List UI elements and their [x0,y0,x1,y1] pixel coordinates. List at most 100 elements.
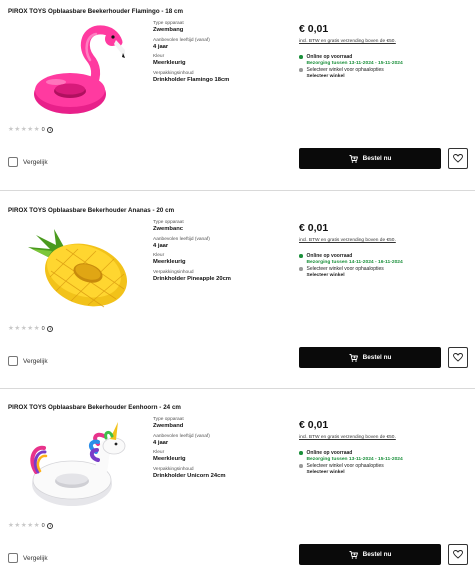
store-select-text: Selecteer winkel voor ophaalopties [306,266,384,272]
star-icon: ★ [14,126,21,133]
info-icon[interactable]: i [47,325,54,332]
spec-value: Drinkholder Unicorn 24cm [153,472,226,479]
spec-value: Zwembanc [153,226,183,232]
star-icon: ★ [33,522,40,529]
store-dot-icon [299,68,303,72]
product-price: € 0,01 [299,23,329,35]
product-card: PIROX TOYS Opblaasbare Beekerhouder Flam… [0,0,475,190]
rating-count: 0 [41,126,45,133]
spec-type: Type opparaat Zwembang [153,21,283,34]
compare-toggle[interactable]: Vergelijk [8,553,48,563]
store-select-text: Selecteer winkel voor ophaalopties [306,67,384,73]
cart-icon [349,154,358,163]
star-icon: ★ [8,522,14,529]
spec-value: Meerkleurig [153,456,186,462]
spec-contents: Verpakkingsinhoud Drinkholder Flamingo 1… [153,71,283,84]
divider [0,388,475,389]
spec-type: Type opparaat Zwembanc [153,220,283,233]
compare-toggle[interactable]: Vergelijk [8,157,48,167]
store-select-text: Selecteer winkel voor ophaalopties [306,463,384,469]
order-now-label: Bestel nu [362,155,392,162]
spec-value: Meerkleurig [153,60,186,66]
order-now-label: Bestel nu [362,354,392,361]
heart-icon [453,154,463,163]
star-icon: ★ [27,126,34,133]
product-card: PIROX TOYS Opblaasbare Bekerhouder Anana… [0,199,475,389]
unicorn-float-image[interactable] [26,416,136,516]
heart-icon [453,550,463,559]
order-now-button[interactable]: Bestel nu [299,148,441,169]
star-icon: ★ [33,126,40,133]
online-stock-text: Online op voorraad [306,54,353,60]
star-icon: ★ [27,325,34,332]
price-note-link[interactable]: incl. BTW en gratis verzending boven de … [299,39,396,44]
store-dot-icon [299,267,303,271]
rating-count: 0 [41,325,45,332]
price-note-link[interactable]: incl. BTW en gratis verzending boven de … [299,435,396,440]
compare-checkbox[interactable] [8,356,18,366]
order-now-button[interactable]: Bestel nu [299,544,441,565]
flamingo-float-image[interactable] [26,20,136,120]
spec-value: Meerkleurig [153,259,186,265]
spec-type: Type opparaat Zwemband [153,417,283,430]
heart-icon [453,353,463,362]
wishlist-button[interactable] [448,544,468,565]
store-dot-icon [299,464,303,468]
spec-color: Kleur Meerkleurig [153,54,283,67]
in-stock-dot-icon [299,451,303,455]
compare-checkbox[interactable] [8,553,18,563]
product-price: € 0,01 [299,419,329,431]
availability: Online op voorraad Bezorging tussen 13-1… [299,54,449,80]
online-stock-text: Online op voorraad [306,253,353,259]
star-icon: ★ [14,325,21,332]
price-note-link[interactable]: incl. BTW en gratis verzending boven de … [299,238,396,243]
spec-value: Drinkholder Pineapple 20cm [153,275,231,282]
availability: Online op voorraad Bezorging tussen 14-1… [299,253,449,279]
product-specs: Type opparaat Zwembanc Aanbevolen leefti… [153,220,283,286]
divider [0,190,475,191]
product-title[interactable]: PIROX TOYS Opblaasbare Beekerhouder Flam… [8,8,183,15]
product-specs: Type opparaat Zwembang Aanbevolen leefti… [153,21,283,87]
star-icon: ★ [27,522,34,529]
info-icon[interactable]: i [47,126,54,133]
spec-contents: Verpakkingsinhoud Drinkholder Unicorn 24… [153,467,283,480]
rating: ★ ★ ★ ★ ★ 0 i [8,325,54,332]
spec-contents: Verpakkingsinhoud Drinkholder Pineapple … [153,270,283,283]
product-title[interactable]: PIROX TOYS Opblaasbare Bekerhouder Eenho… [8,404,181,411]
select-store-link[interactable]: Selecteer winkel [307,470,450,476]
online-stock-text: Online op voorraad [306,450,353,456]
spec-value: 4 jaar [153,242,169,249]
star-icon: ★ [33,325,40,332]
star-icon: ★ [14,522,21,529]
spec-color: Kleur Meerkleurig [153,253,283,266]
select-store-link[interactable]: Selecteer winkel [307,273,450,279]
spec-age: Aanbevolen leeftijd (vanaf) 4 jaar [153,237,283,250]
compare-label: Vergelijk [23,554,48,562]
product-specs: Type opparaat Zwemband Aanbevolen leefti… [153,417,283,483]
order-now-label: Bestel nu [362,551,392,558]
spec-value: Zwemband [153,423,184,429]
spec-value: Drinkholder Flamingo 18cm [153,76,230,83]
rating-count: 0 [41,522,45,529]
rating: ★ ★ ★ ★ ★ 0 i [8,126,54,133]
compare-toggle[interactable]: Vergelijk [8,356,48,366]
spec-value: 4 jaar [153,439,169,446]
rating: ★ ★ ★ ★ ★ 0 i [8,522,54,529]
pineapple-float-image[interactable] [26,219,136,319]
spec-value: Zwembang [153,27,184,33]
select-store-link[interactable]: Selecteer winkel [307,74,450,80]
spec-color: Kleur Meerkleurig [153,450,283,463]
wishlist-button[interactable] [448,148,468,169]
order-now-button[interactable]: Bestel nu [299,347,441,368]
compare-label: Vergelijk [23,158,48,166]
wishlist-button[interactable] [448,347,468,368]
in-stock-dot-icon [299,254,303,258]
compare-checkbox[interactable] [8,157,18,167]
info-icon[interactable]: i [47,522,54,529]
availability: Online op voorraad Bezorging tussen 13-1… [299,450,449,476]
star-icon: ★ [8,126,14,133]
product-title[interactable]: PIROX TOYS Opblaasbare Bekerhouder Anana… [8,207,174,214]
product-card: PIROX TOYS Opblaasbare Bekerhouder Eenho… [0,396,475,565]
cart-icon [349,353,358,362]
star-icon: ★ [20,325,27,332]
